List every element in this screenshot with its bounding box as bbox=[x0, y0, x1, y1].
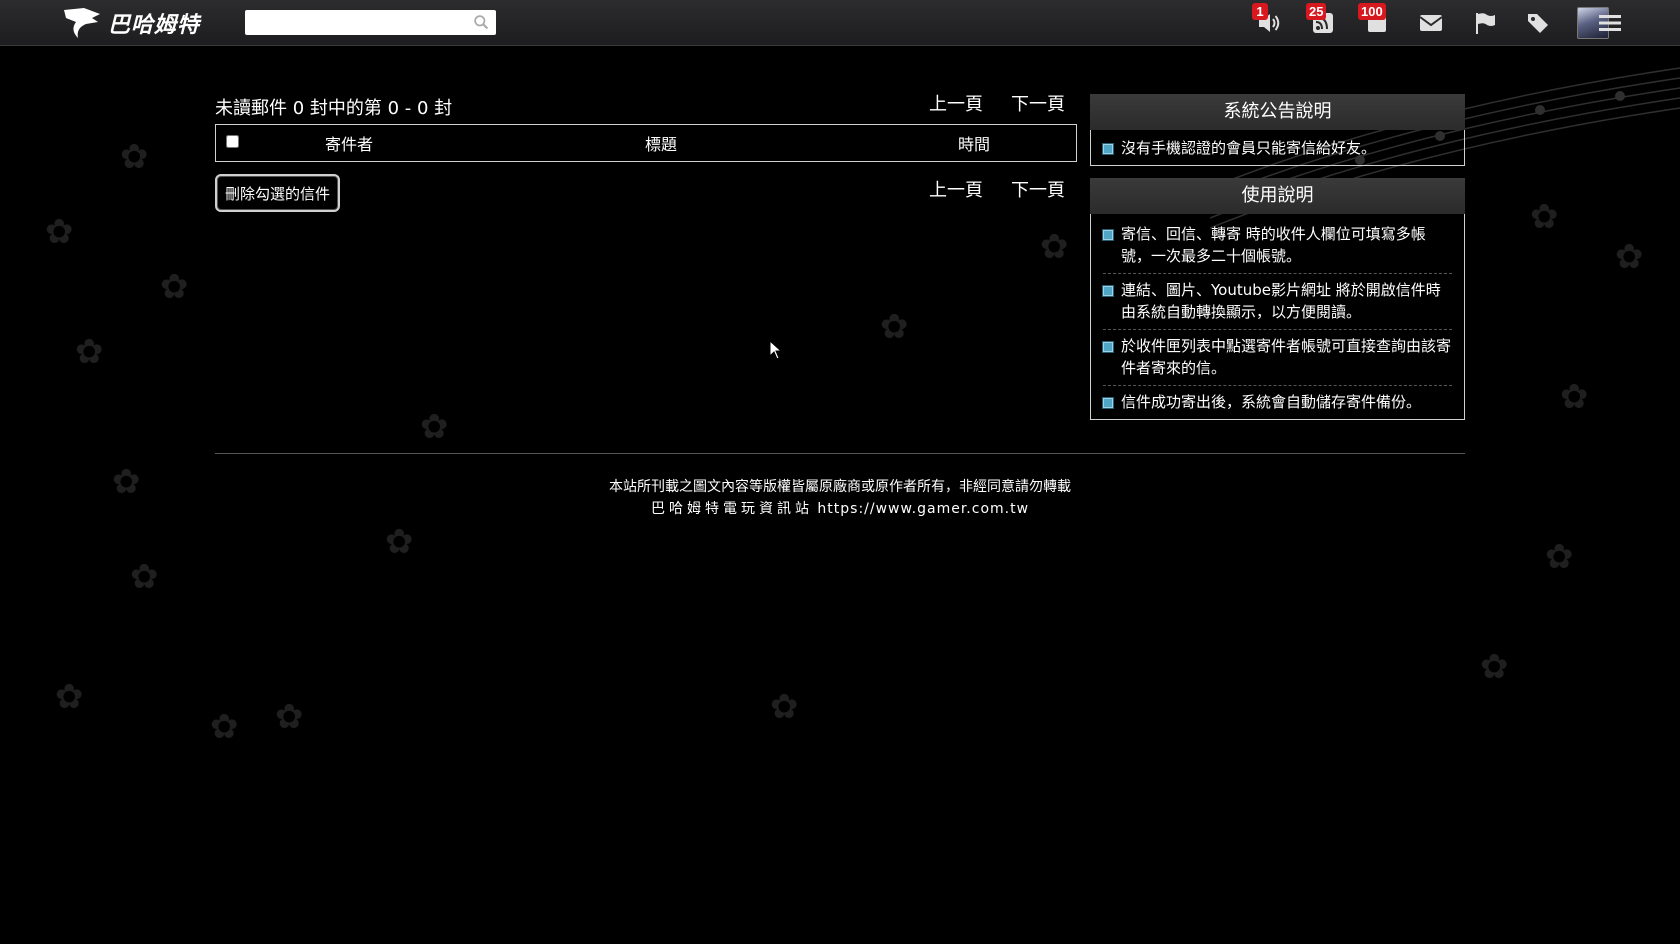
stack-badge: 100 bbox=[1358, 3, 1386, 20]
usage-item: 於收件匣列表中點選寄件者帳號可直接查詢由該寄件者寄來的信。 bbox=[1103, 330, 1452, 386]
sidebar: 系統公告說明 沒有手機認證的會員只能寄信給好友。 使用說明 寄信、回信、轉寄 時… bbox=[1090, 94, 1465, 420]
search-icon[interactable] bbox=[473, 14, 490, 31]
usage-panel: 使用說明 寄信、回信、轉寄 時的收件人欄位可填寫多帳號，一次最多二十個帳號。 連… bbox=[1090, 178, 1465, 420]
column-subject[interactable]: 標題 bbox=[450, 125, 872, 162]
delete-selected-button[interactable]: 刪除勾選的信件 bbox=[215, 174, 341, 212]
usage-title: 使用說明 bbox=[1090, 178, 1465, 214]
mailbox-actions-row: 刪除勾選的信件 上一頁 下一頁 bbox=[215, 174, 1077, 234]
pager-bottom: 上一頁 下一頁 bbox=[929, 176, 1065, 202]
top-navigation-bar: 巴哈姆特 1 25 100 bbox=[0, 0, 1680, 46]
usage-item-text: 於收件匣列表中點選寄件者帳號可直接查詢由該寄件者寄來的信。 bbox=[1121, 337, 1452, 377]
bullet-icon bbox=[1103, 398, 1113, 408]
search-input[interactable] bbox=[245, 10, 477, 35]
column-sender[interactable]: 寄件者 bbox=[248, 125, 450, 162]
site-logo[interactable]: 巴哈姆特 bbox=[62, 4, 200, 42]
dragon-logo-icon bbox=[64, 8, 100, 38]
footer-site-url[interactable]: https://www.gamer.com.tw bbox=[817, 501, 1029, 517]
footer: 本站所刊載之圖文內容等版權皆屬原廠商或原作者所有，非經同意請勿轉載 巴哈姆特電玩… bbox=[0, 476, 1680, 520]
announcement-item-text: 沒有手機認證的會員只能寄信給好友。 bbox=[1121, 139, 1377, 157]
search-box bbox=[245, 10, 496, 35]
usage-item-text: 寄信、回信、轉寄 時的收件人欄位可填寫多帳號，一次最多二十個帳號。 bbox=[1121, 225, 1426, 265]
bullet-icon bbox=[1103, 230, 1113, 240]
usage-item: 連結、圖片、Youtube影片網址 將於開啟信件時由系統自動轉換顯示，以方便閱讀… bbox=[1103, 274, 1452, 330]
stack-button[interactable]: 100 bbox=[1350, 0, 1404, 45]
announcement-body: 沒有手機認證的會員只能寄信給好友。 bbox=[1090, 130, 1465, 166]
usage-item-text: 信件成功寄出後，系統會自動儲存寄件備份。 bbox=[1121, 393, 1422, 411]
mail-table-header: 寄件者 標題 時間 bbox=[216, 125, 1077, 162]
rss-button[interactable]: 25 bbox=[1296, 0, 1350, 45]
footer-divider bbox=[215, 453, 1465, 454]
bullet-icon bbox=[1103, 342, 1113, 352]
tag-icon bbox=[1528, 13, 1548, 33]
next-page-link[interactable]: 下一頁 bbox=[1011, 90, 1065, 116]
hamburger-menu-icon[interactable] bbox=[1588, 0, 1632, 45]
select-all-cell bbox=[216, 125, 249, 162]
mail-icon bbox=[1419, 14, 1443, 31]
select-all-checkbox[interactable] bbox=[225, 134, 239, 148]
mail-table: 寄件者 標題 時間 bbox=[215, 124, 1077, 162]
announcement-title: 系統公告說明 bbox=[1090, 94, 1465, 130]
footer-site-name: 巴哈姆特電玩資訊站 bbox=[650, 501, 813, 517]
mouse-cursor-icon bbox=[769, 340, 783, 360]
mailbox-main: 未讀郵件 0 封中的第 0 - 0 封 上一頁 下一頁 寄件者 標題 時間 刪除… bbox=[215, 88, 1077, 234]
mailbox-header-row: 未讀郵件 0 封中的第 0 - 0 封 上一頁 下一頁 bbox=[215, 88, 1077, 124]
mail-count-text: 未讀郵件 0 封中的第 0 - 0 封 bbox=[215, 98, 453, 119]
speaker-button[interactable]: 1 bbox=[1242, 0, 1296, 45]
logo-text: 巴哈姆特 bbox=[108, 12, 201, 38]
announcement-item: 沒有手機認證的會員只能寄信給好友。 bbox=[1103, 132, 1452, 165]
next-page-link-bottom[interactable]: 下一頁 bbox=[1011, 176, 1065, 202]
top-icon-group: 1 25 100 bbox=[1242, 0, 1620, 45]
usage-item: 信件成功寄出後，系統會自動儲存寄件備份。 bbox=[1103, 386, 1452, 419]
speaker-badge: 1 bbox=[1252, 3, 1268, 20]
tag-button[interactable] bbox=[1512, 0, 1566, 45]
bullet-icon bbox=[1103, 286, 1113, 296]
usage-item: 寄信、回信、轉寄 時的收件人欄位可填寫多帳號，一次最多二十個帳號。 bbox=[1103, 218, 1452, 274]
column-time[interactable]: 時間 bbox=[872, 125, 1077, 162]
footer-copyright: 本站所刊載之圖文內容等版權皆屬原廠商或原作者所有，非經同意請勿轉載 bbox=[609, 479, 1071, 495]
flag-button[interactable] bbox=[1458, 0, 1512, 45]
mail-button[interactable] bbox=[1404, 0, 1458, 45]
prev-page-link-bottom[interactable]: 上一頁 bbox=[929, 176, 983, 202]
rss-badge: 25 bbox=[1306, 3, 1327, 20]
announcement-panel: 系統公告說明 沒有手機認證的會員只能寄信給好友。 bbox=[1090, 94, 1465, 166]
prev-page-link[interactable]: 上一頁 bbox=[929, 90, 983, 116]
bullet-icon bbox=[1103, 144, 1113, 154]
pager-top: 上一頁 下一頁 bbox=[929, 90, 1065, 116]
flag-icon bbox=[1476, 12, 1495, 34]
usage-item-text: 連結、圖片、Youtube影片網址 將於開啟信件時由系統自動轉換顯示，以方便閱讀… bbox=[1121, 281, 1441, 321]
usage-body: 寄信、回信、轉寄 時的收件人欄位可填寫多帳號，一次最多二十個帳號。 連結、圖片、… bbox=[1090, 214, 1465, 420]
